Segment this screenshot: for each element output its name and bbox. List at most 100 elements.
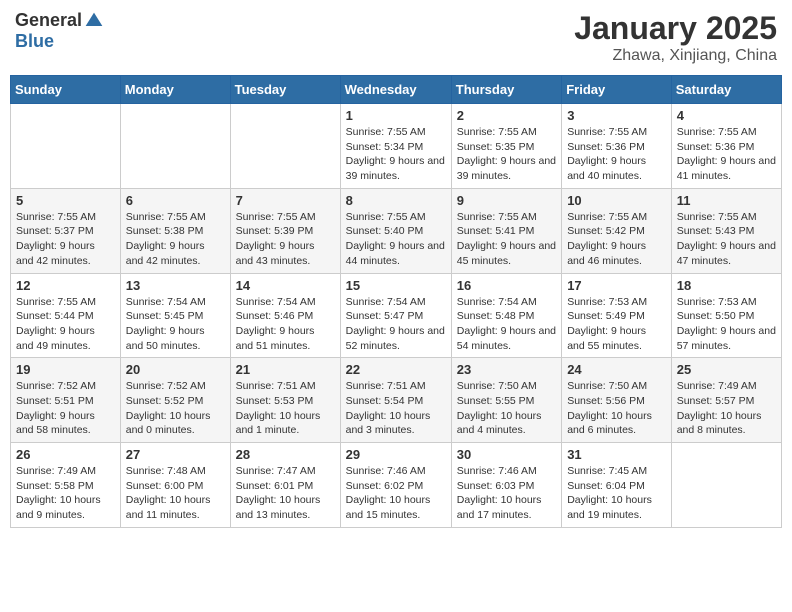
logo: General Blue [15, 10, 104, 52]
calendar-cell: 10 Sunrise: 7:55 AM Sunset: 5:42 PM Dayli… [562, 188, 672, 273]
calendar-header-row: SundayMondayTuesdayWednesdayThursdayFrid… [11, 76, 782, 104]
day-number: 10 [567, 193, 666, 208]
day-number: 1 [346, 108, 446, 123]
day-number: 27 [126, 447, 225, 462]
location-subtitle: Zhawa, Xinjiang, China [574, 47, 777, 65]
day-number: 31 [567, 447, 666, 462]
calendar-cell: 16Sunrise: 7:54 AM Sunset: 5:48 PM Dayli… [451, 273, 561, 358]
calendar-cell: 27Sunrise: 7:48 AM Sunset: 6:00 PM Dayli… [120, 443, 230, 528]
day-info: Sunrise: 7:51 AM Sunset: 5:53 PM Dayligh… [236, 379, 335, 438]
day-info: Sunrise: 7:47 AM Sunset: 6:01 PM Dayligh… [236, 464, 335, 523]
calendar-cell: 15 Sunrise: 7:54 AM Sunset: 5:47 PM Dayli… [340, 273, 451, 358]
calendar-cell: 24Sunrise: 7:50 AM Sunset: 5:56 PM Dayli… [562, 358, 672, 443]
day-info: Sunrise: 7:53 AM Sunset: 5:50 PM Dayligh… [677, 295, 776, 354]
day-header-thursday: Thursday [451, 76, 561, 104]
day-number: 15 [346, 278, 446, 293]
calendar-table: SundayMondayTuesdayWednesdayThursdayFrid… [10, 75, 782, 528]
day-number: 28 [236, 447, 335, 462]
day-header-tuesday: Tuesday [230, 76, 340, 104]
day-number: 17 [567, 278, 666, 293]
calendar-cell: 14 Sunrise: 7:54 AM Sunset: 5:46 PM Dayli… [230, 273, 340, 358]
day-number: 2 [457, 108, 556, 123]
day-number: 19 [16, 362, 115, 377]
calendar-cell: 7 Sunrise: 7:55 AM Sunset: 5:39 PM Daylig… [230, 188, 340, 273]
day-info: Sunrise: 7:52 AM Sunset: 5:52 PM Dayligh… [126, 379, 225, 438]
calendar-cell: 29 Sunrise: 7:46 AM Sunset: 6:02 PM Dayli… [340, 443, 451, 528]
calendar-cell: 11 Sunrise: 7:55 AM Sunset: 5:43 PM Dayli… [671, 188, 781, 273]
calendar-cell: 13Sunrise: 7:54 AM Sunset: 5:45 PM Dayli… [120, 273, 230, 358]
calendar-cell: 18 Sunrise: 7:53 AM Sunset: 5:50 PM Dayli… [671, 273, 781, 358]
day-info: Sunrise: 7:54 AM Sunset: 5:47 PM Dayligh… [346, 295, 446, 354]
day-info: Sunrise: 7:55 AM Sunset: 5:39 PM Dayligh… [236, 210, 335, 269]
day-info: Sunrise: 7:55 AM Sunset: 5:44 PM Dayligh… [16, 295, 115, 354]
day-number: 18 [677, 278, 776, 293]
day-info: Sunrise: 7:50 AM Sunset: 5:55 PM Dayligh… [457, 379, 556, 438]
day-number: 20 [126, 362, 225, 377]
day-info: Sunrise: 7:55 AM Sunset: 5:38 PM Dayligh… [126, 210, 225, 269]
calendar-cell: 30 Sunrise: 7:46 AM Sunset: 6:03 PM Dayli… [451, 443, 561, 528]
day-number: 6 [126, 193, 225, 208]
page-header: General Blue January 2025 Zhawa, Xinjian… [10, 10, 782, 65]
day-number: 29 [346, 447, 446, 462]
day-number: 8 [346, 193, 446, 208]
day-number: 14 [236, 278, 335, 293]
calendar-cell: 22 Sunrise: 7:51 AM Sunset: 5:54 PM Dayli… [340, 358, 451, 443]
day-header-friday: Friday [562, 76, 672, 104]
calendar-week-row: 26 Sunrise: 7:49 AM Sunset: 5:58 PM Dayli… [11, 443, 782, 528]
day-header-saturday: Saturday [671, 76, 781, 104]
day-info: Sunrise: 7:55 AM Sunset: 5:34 PM Dayligh… [346, 125, 446, 184]
calendar-week-row: 19 Sunrise: 7:52 AM Sunset: 5:51 PM Dayli… [11, 358, 782, 443]
logo-blue-text: Blue [15, 31, 54, 52]
day-number: 21 [236, 362, 335, 377]
day-info: Sunrise: 7:54 AM Sunset: 5:46 PM Dayligh… [236, 295, 335, 354]
day-header-sunday: Sunday [11, 76, 121, 104]
day-info: Sunrise: 7:51 AM Sunset: 5:54 PM Dayligh… [346, 379, 446, 438]
calendar-cell: 12Sunrise: 7:55 AM Sunset: 5:44 PM Dayli… [11, 273, 121, 358]
day-number: 24 [567, 362, 666, 377]
day-header-wednesday: Wednesday [340, 76, 451, 104]
calendar-cell: 3Sunrise: 7:55 AM Sunset: 5:36 PM Daylig… [562, 104, 672, 189]
calendar-cell: 2Sunrise: 7:55 AM Sunset: 5:35 PM Daylig… [451, 104, 561, 189]
day-info: Sunrise: 7:55 AM Sunset: 5:37 PM Dayligh… [16, 210, 115, 269]
calendar-cell: 9 Sunrise: 7:55 AM Sunset: 5:41 PM Daylig… [451, 188, 561, 273]
day-info: Sunrise: 7:49 AM Sunset: 5:57 PM Dayligh… [677, 379, 776, 438]
calendar-cell: 4Sunrise: 7:55 AM Sunset: 5:36 PM Daylig… [671, 104, 781, 189]
day-info: Sunrise: 7:55 AM Sunset: 5:42 PM Dayligh… [567, 210, 666, 269]
calendar-cell: 25 Sunrise: 7:49 AM Sunset: 5:57 PM Dayli… [671, 358, 781, 443]
calendar-cell: 28 Sunrise: 7:47 AM Sunset: 6:01 PM Dayli… [230, 443, 340, 528]
day-number: 25 [677, 362, 776, 377]
day-number: 22 [346, 362, 446, 377]
day-info: Sunrise: 7:55 AM Sunset: 5:36 PM Dayligh… [677, 125, 776, 184]
day-info: Sunrise: 7:55 AM Sunset: 5:43 PM Dayligh… [677, 210, 776, 269]
day-number: 9 [457, 193, 556, 208]
day-info: Sunrise: 7:54 AM Sunset: 5:45 PM Dayligh… [126, 295, 225, 354]
calendar-cell: 8 Sunrise: 7:55 AM Sunset: 5:40 PM Daylig… [340, 188, 451, 273]
day-info: Sunrise: 7:46 AM Sunset: 6:02 PM Dayligh… [346, 464, 446, 523]
calendar-cell: 31 Sunrise: 7:45 AM Sunset: 6:04 PM Dayli… [562, 443, 672, 528]
day-info: Sunrise: 7:52 AM Sunset: 5:51 PM Dayligh… [16, 379, 115, 438]
calendar-cell: 19 Sunrise: 7:52 AM Sunset: 5:51 PM Dayli… [11, 358, 121, 443]
day-info: Sunrise: 7:45 AM Sunset: 6:04 PM Dayligh… [567, 464, 666, 523]
day-info: Sunrise: 7:55 AM Sunset: 5:36 PM Dayligh… [567, 125, 666, 184]
logo-icon [84, 11, 104, 31]
day-number: 7 [236, 193, 335, 208]
day-header-monday: Monday [120, 76, 230, 104]
day-number: 11 [677, 193, 776, 208]
calendar-cell: 17 Sunrise: 7:53 AM Sunset: 5:49 PM Dayli… [562, 273, 672, 358]
logo-general-text: General [15, 10, 82, 31]
day-number: 23 [457, 362, 556, 377]
calendar-cell [230, 104, 340, 189]
calendar-week-row: 1 Sunrise: 7:55 AM Sunset: 5:34 PM Daylig… [11, 104, 782, 189]
day-number: 30 [457, 447, 556, 462]
day-number: 26 [16, 447, 115, 462]
calendar-cell [120, 104, 230, 189]
calendar-week-row: 12Sunrise: 7:55 AM Sunset: 5:44 PM Dayli… [11, 273, 782, 358]
day-info: Sunrise: 7:49 AM Sunset: 5:58 PM Dayligh… [16, 464, 115, 523]
month-year-title: January 2025 [574, 10, 777, 47]
calendar-cell [11, 104, 121, 189]
day-info: Sunrise: 7:53 AM Sunset: 5:49 PM Dayligh… [567, 295, 666, 354]
day-info: Sunrise: 7:46 AM Sunset: 6:03 PM Dayligh… [457, 464, 556, 523]
day-info: Sunrise: 7:55 AM Sunset: 5:41 PM Dayligh… [457, 210, 556, 269]
calendar-cell: 23 Sunrise: 7:50 AM Sunset: 5:55 PM Dayli… [451, 358, 561, 443]
day-info: Sunrise: 7:55 AM Sunset: 5:40 PM Dayligh… [346, 210, 446, 269]
